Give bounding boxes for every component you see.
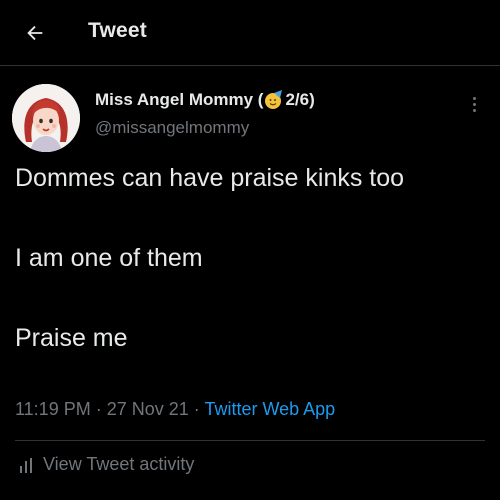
tweet-text-line: I am one of them (15, 244, 203, 272)
arrow-left-icon (27, 25, 43, 41)
author-username[interactable]: @missangelmommy (95, 118, 249, 138)
meta-separator: · (90, 399, 107, 419)
divider (15, 440, 485, 441)
more-options-button[interactable] (464, 92, 484, 116)
back-button[interactable] (18, 16, 52, 50)
tweet-text-line: Dommes can have praise kinks too (15, 164, 405, 192)
meta-separator: · (188, 399, 205, 419)
tweet-source-link[interactable]: Twitter Web App (204, 399, 335, 419)
display-name-prefix: Miss Angel Mommy ( (95, 90, 264, 109)
bar-chart-icon (20, 457, 32, 473)
top-bar: Tweet (0, 0, 500, 66)
tweet-text: Dommes can have praise kinks too I am on… (15, 158, 485, 358)
view-tweet-activity-link[interactable]: View Tweet activity (15, 454, 194, 475)
page-title: Tweet (88, 19, 147, 42)
tweet-time[interactable]: 11:19 PM (15, 399, 91, 419)
face-with-party-hat-icon (265, 90, 283, 109)
display-name-suffix: 2/6) (285, 90, 315, 109)
avatar-illustration (12, 84, 80, 152)
tweet-detail: Miss Angel Mommy ( 2/6) @missangelmommy … (0, 66, 500, 500)
avatar[interactable] (12, 84, 80, 152)
activity-label: View Tweet activity (43, 454, 195, 474)
tweet-date[interactable]: 27 Nov 21 (107, 399, 189, 419)
tweet-metadata: 11:19 PM · 27 Nov 21 · Twitter Web App (15, 399, 335, 420)
author-display-name[interactable]: Miss Angel Mommy ( 2/6) (95, 90, 315, 110)
tweet-text-line: Praise me (15, 324, 128, 352)
more-vertical-icon (472, 96, 476, 100)
